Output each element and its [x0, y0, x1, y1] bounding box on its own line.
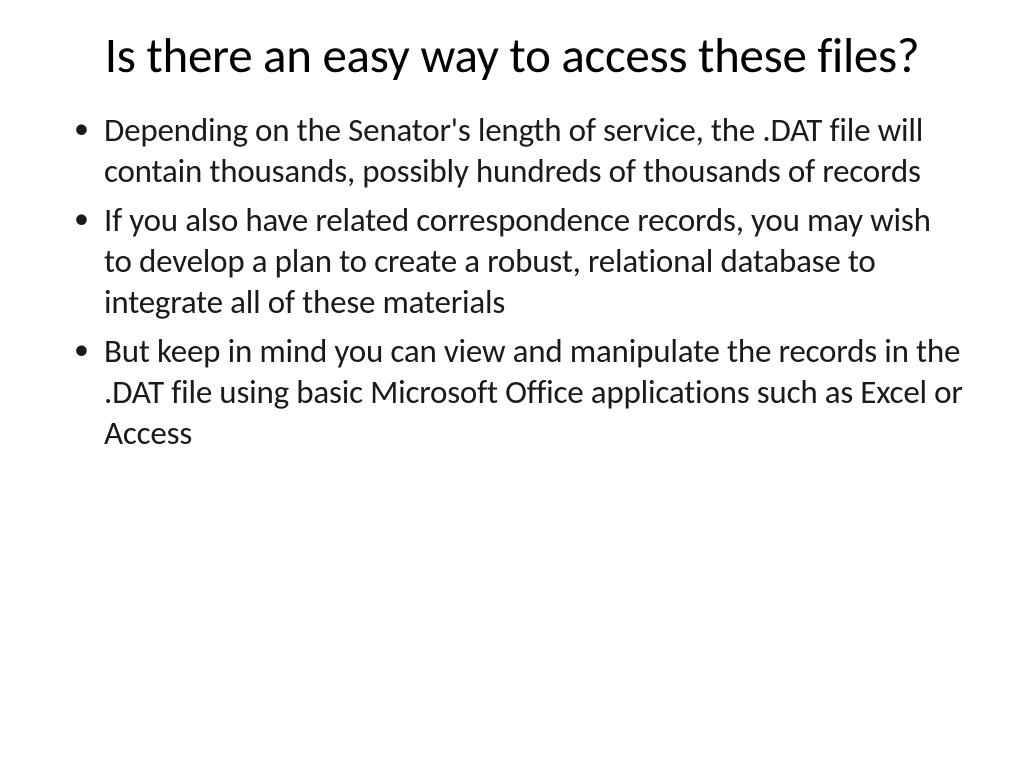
bullet-list: Depending on the Senator's length of ser… — [60, 110, 964, 453]
slide-title: Is there an easy way to access these fil… — [60, 28, 964, 84]
list-item: If you also have related correspondence … — [60, 200, 964, 323]
list-item: But keep in mind you can view and manipu… — [60, 331, 964, 454]
list-item: Depending on the Senator's length of ser… — [60, 110, 964, 192]
